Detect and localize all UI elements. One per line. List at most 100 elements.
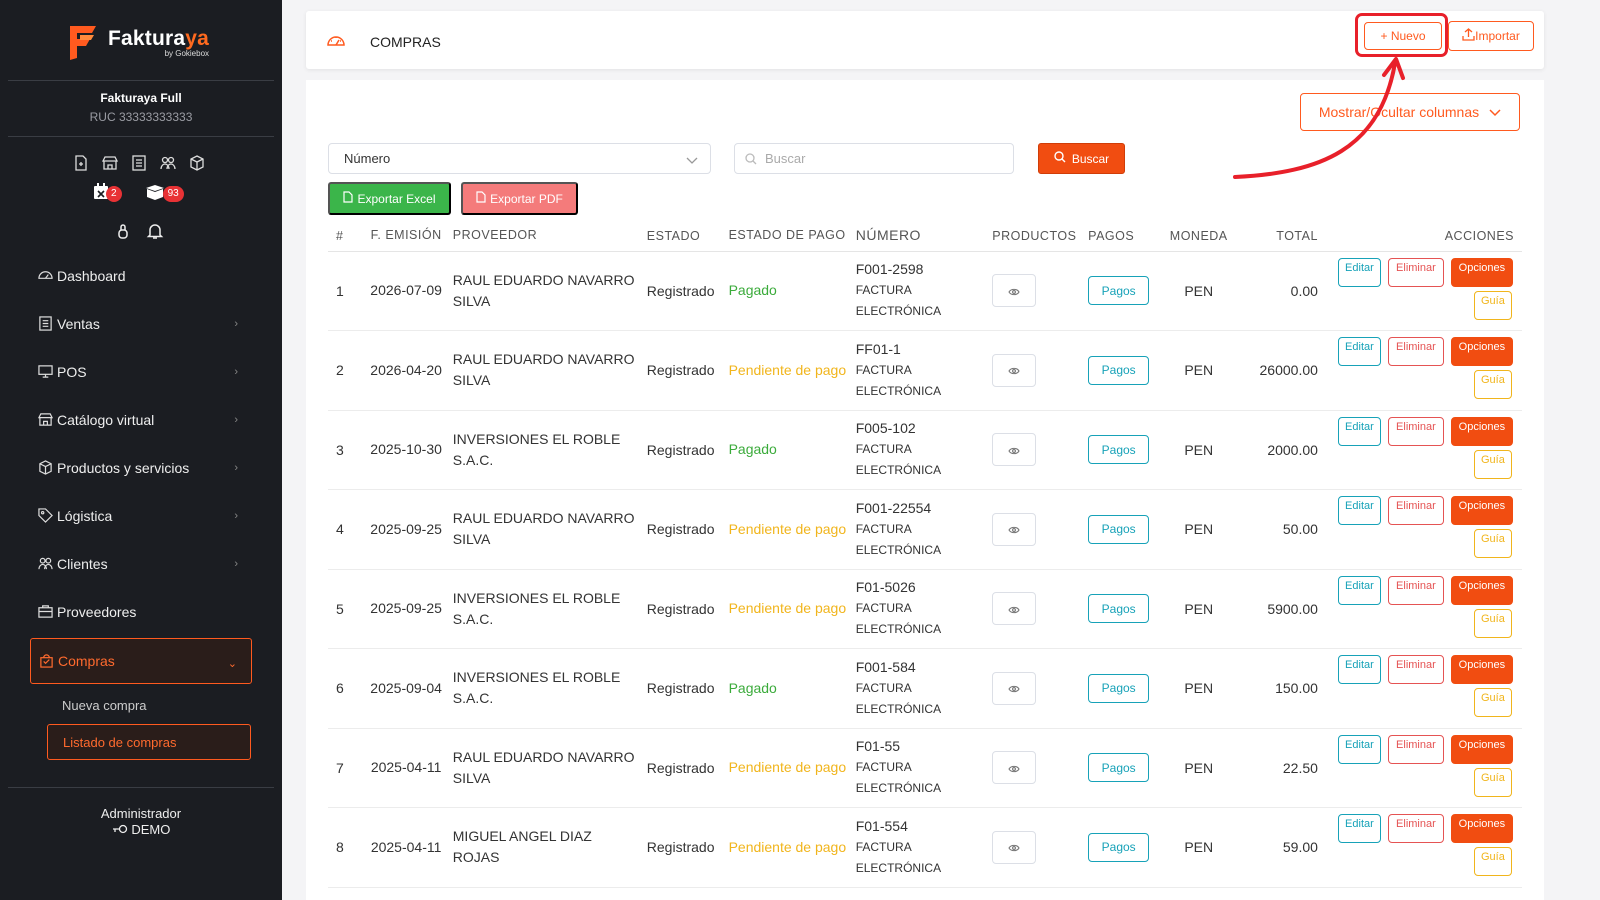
options-button[interactable]: Opciones bbox=[1450, 496, 1513, 526]
cube-icon[interactable] bbox=[188, 154, 206, 172]
delete-button[interactable]: Eliminar bbox=[1387, 337, 1444, 367]
column-header[interactable]: MONEDA bbox=[1160, 221, 1237, 252]
delete-button[interactable]: Eliminar bbox=[1387, 257, 1444, 287]
payments-button[interactable]: Pagos bbox=[1088, 673, 1150, 703]
delete-button[interactable]: Eliminar bbox=[1387, 734, 1444, 764]
list-icon[interactable] bbox=[130, 154, 148, 172]
import-button[interactable]: Importar bbox=[1448, 21, 1534, 51]
guide-button[interactable]: Guía bbox=[1473, 370, 1512, 400]
edit-button[interactable]: Editar bbox=[1337, 416, 1381, 446]
export-pdf-button[interactable]: Exportar PDF bbox=[461, 182, 578, 215]
sidebar-item-dashboard[interactable]: Dashboard bbox=[30, 252, 252, 300]
payments-button[interactable]: Pagos bbox=[1088, 832, 1150, 862]
eye-icon bbox=[1008, 680, 1020, 696]
edit-button[interactable]: Editar bbox=[1337, 655, 1381, 685]
sidebar-subitem-listado-compras[interactable]: Listado de compras bbox=[47, 724, 251, 760]
options-button[interactable]: Opciones bbox=[1450, 337, 1513, 367]
guide-button[interactable]: Guía bbox=[1473, 688, 1512, 718]
delete-button[interactable]: Eliminar bbox=[1387, 655, 1444, 685]
view-products-button[interactable] bbox=[992, 512, 1037, 546]
column-header[interactable]: PAGOS bbox=[1084, 221, 1161, 252]
document-type: FACTURA ELECTRÓNICA bbox=[855, 362, 942, 398]
view-products-button[interactable] bbox=[992, 353, 1037, 387]
store-icon[interactable] bbox=[101, 154, 119, 172]
options-button[interactable]: Opciones bbox=[1450, 734, 1513, 764]
edit-button[interactable]: Editar bbox=[1337, 814, 1381, 844]
payments-button[interactable]: Pagos bbox=[1088, 514, 1150, 544]
sidebar-item-catalogo[interactable]: Catálogo virtual › bbox=[30, 396, 252, 444]
divider bbox=[8, 136, 274, 137]
guide-button[interactable]: Guía bbox=[1473, 608, 1512, 638]
column-header[interactable]: PROVEEDOR bbox=[448, 221, 643, 252]
column-header[interactable]: TOTAL bbox=[1236, 221, 1322, 252]
sidebar-subitem-label: Listado de compras bbox=[63, 734, 177, 750]
sidebar-item-logistica[interactable]: Lógistica › bbox=[30, 492, 252, 540]
document-icon[interactable] bbox=[72, 154, 90, 172]
delete-button[interactable]: Eliminar bbox=[1387, 575, 1444, 605]
view-products-button[interactable] bbox=[992, 592, 1037, 626]
guide-button[interactable]: Guía bbox=[1473, 767, 1512, 797]
supplier-name: RAUL EDUARDO NAVARRO SILVA bbox=[448, 251, 643, 331]
bell-icon[interactable] bbox=[146, 222, 164, 245]
sidebar-item-pos[interactable]: POS › bbox=[30, 348, 252, 396]
export-excel-button[interactable]: Exportar Excel bbox=[328, 182, 451, 215]
column-header[interactable]: # bbox=[328, 221, 364, 252]
column-header[interactable]: F. EMISIÓN bbox=[363, 221, 449, 252]
payments-button[interactable]: Pagos bbox=[1088, 594, 1150, 624]
sidebar-item-productos[interactable]: Productos y servicios › bbox=[30, 444, 252, 492]
user-info[interactable]: Administrador DEMO bbox=[0, 806, 282, 838]
edit-button[interactable]: Editar bbox=[1337, 257, 1381, 287]
view-products-button[interactable] bbox=[992, 433, 1037, 467]
users-icon[interactable] bbox=[159, 154, 177, 172]
sidebar-item-proveedores[interactable]: Proveedores bbox=[30, 588, 252, 636]
column-header[interactable]: ACCIONES bbox=[1321, 221, 1522, 252]
lock-icon[interactable] bbox=[116, 222, 130, 245]
edit-button[interactable]: Editar bbox=[1337, 337, 1381, 367]
sidebar-item-ventas[interactable]: Ventas › bbox=[30, 300, 252, 348]
view-products-button[interactable] bbox=[992, 671, 1037, 705]
company-ruc: RUC 33333333333 bbox=[89, 110, 193, 124]
options-button[interactable]: Opciones bbox=[1450, 814, 1513, 844]
document-number-cell: FF01-1 FACTURA ELECTRÓNICA bbox=[851, 330, 989, 411]
edit-button[interactable]: Editar bbox=[1337, 734, 1381, 764]
options-button[interactable]: Opciones bbox=[1450, 416, 1513, 446]
box-badge[interactable]: 93 bbox=[144, 184, 184, 205]
guide-button[interactable]: Guía bbox=[1473, 290, 1512, 320]
chevron-right-icon: › bbox=[234, 558, 238, 570]
delete-button[interactable]: Eliminar bbox=[1387, 814, 1444, 844]
column-header[interactable]: ESTADO DE PAGO bbox=[724, 221, 852, 252]
options-button[interactable]: Opciones bbox=[1450, 575, 1513, 605]
payments-button[interactable]: Pagos bbox=[1088, 435, 1150, 465]
new-button[interactable]: + Nuevo bbox=[1364, 22, 1442, 50]
view-products-button[interactable] bbox=[992, 830, 1037, 864]
options-button[interactable]: Opciones bbox=[1450, 257, 1513, 287]
delete-button[interactable]: Eliminar bbox=[1387, 496, 1444, 526]
search-input[interactable]: Buscar bbox=[734, 143, 1014, 174]
document-type: FACTURA ELECTRÓNICA bbox=[855, 680, 942, 716]
payments-button[interactable]: Pagos bbox=[1088, 753, 1150, 783]
calendar-badge[interactable]: 2 bbox=[93, 183, 122, 205]
guide-button[interactable]: Guía bbox=[1473, 529, 1512, 559]
edit-button[interactable]: Editar bbox=[1337, 496, 1381, 526]
filter-field-select[interactable]: Número bbox=[328, 143, 711, 174]
column-header[interactable]: PRODUCTOS bbox=[988, 221, 1085, 252]
guide-button[interactable]: Guía bbox=[1473, 847, 1512, 877]
options-button[interactable]: Opciones bbox=[1450, 655, 1513, 685]
sidebar-subitem-nueva-compra[interactable]: Nueva compra bbox=[30, 686, 252, 724]
document-type: FACTURA ELECTRÓNICA bbox=[855, 521, 942, 557]
payments-button[interactable]: Pagos bbox=[1088, 276, 1150, 306]
view-products-button[interactable] bbox=[992, 274, 1037, 308]
total-amount: 26000.00 bbox=[1236, 330, 1322, 411]
sidebar-menu: Dashboard Ventas › POS › Catálogo virtua… bbox=[30, 252, 252, 760]
view-products-button[interactable] bbox=[992, 751, 1037, 785]
column-header[interactable]: ESTADO bbox=[642, 221, 725, 252]
delete-button[interactable]: Eliminar bbox=[1387, 416, 1444, 446]
edit-button[interactable]: Editar bbox=[1337, 575, 1381, 605]
guide-button[interactable]: Guía bbox=[1473, 449, 1512, 479]
column-header[interactable]: NÚMERO bbox=[851, 221, 989, 252]
sidebar-item-clientes[interactable]: Clientes › bbox=[30, 540, 252, 588]
sidebar-item-compras[interactable]: Compras ⌄ bbox=[30, 638, 252, 684]
payments-button[interactable]: Pagos bbox=[1088, 355, 1150, 385]
search-button[interactable]: Buscar bbox=[1038, 143, 1125, 174]
brand-logo[interactable]: Fakturaya by Gokiebox bbox=[66, 24, 209, 62]
